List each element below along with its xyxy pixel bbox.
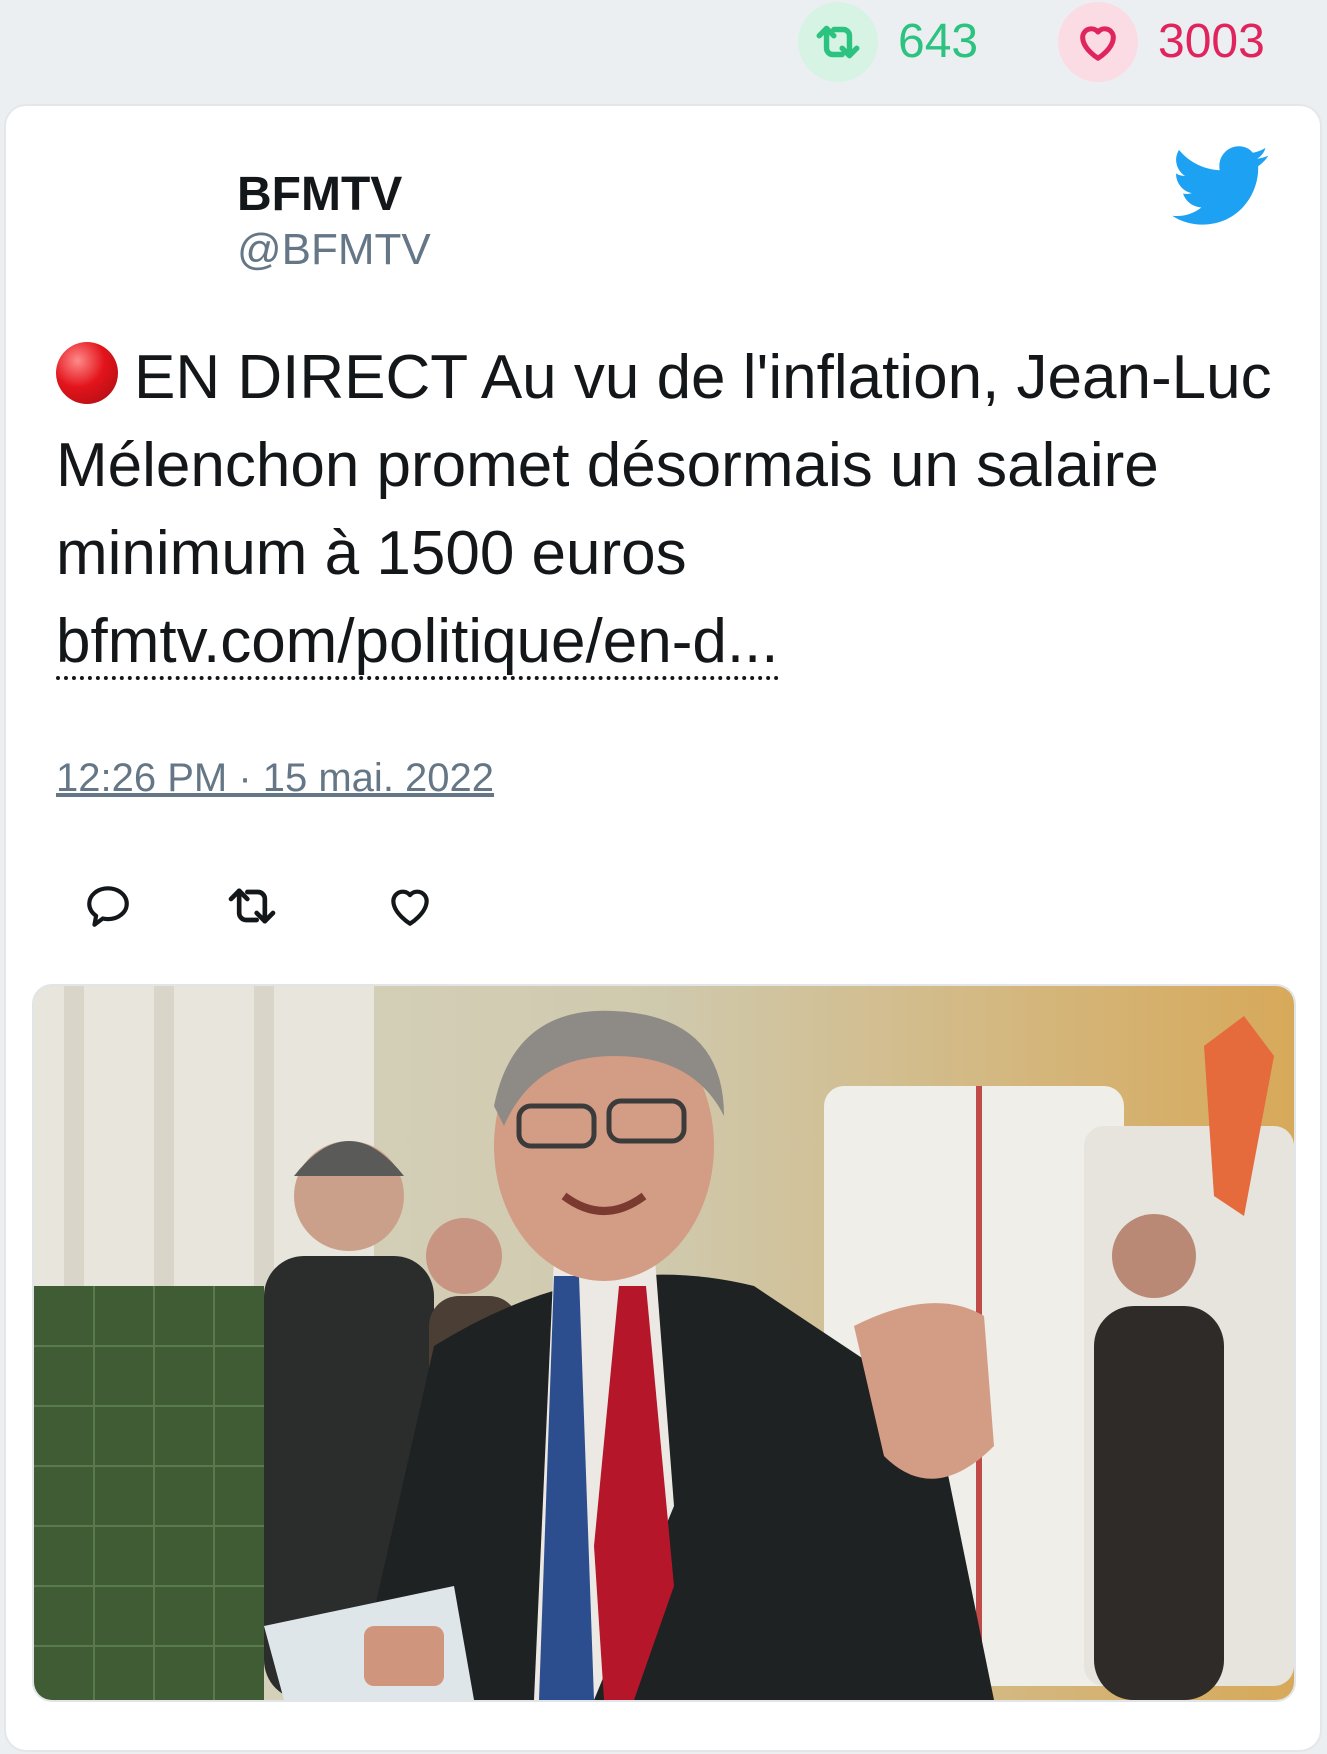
retweet-icon [228,888,276,924]
twitter-bird-icon[interactable] [1172,146,1270,226]
tweet-photo[interactable] [32,984,1296,1702]
retweet-icon [798,2,878,82]
reply-button[interactable] [78,876,138,936]
tweet-card: BFMTV @BFMTV EN DIRECT Au vu de l'inflat… [4,104,1322,1752]
photo-illustration [34,986,1294,1700]
author-handle[interactable]: @BFMTV [237,224,431,277]
retweet-stat[interactable]: 643 [798,2,979,82]
retweet-count: 643 [898,15,979,68]
tweet-text: EN DIRECT Au vu de l'inflation, Jean-Luc… [56,343,1272,588]
retweet-button[interactable] [222,876,282,936]
author-name[interactable]: BFMTV [237,166,402,224]
reply-icon [87,886,129,927]
tweet-link[interactable]: bfmtv.com/politique/en-d... [56,607,779,680]
like-count: 3003 [1158,15,1265,68]
like-button[interactable] [380,876,440,936]
engagement-stats: 643 3003 [0,0,1327,100]
tweet-body: EN DIRECT Au vu de l'inflation, Jean-Luc… [56,334,1276,686]
like-stat[interactable]: 3003 [1058,2,1265,82]
like-icon [391,889,429,926]
heart-icon [1058,2,1138,82]
tweet-timestamp[interactable]: 12:26 PM · 15 mai. 2022 [56,756,494,801]
red-circle-icon [56,342,118,404]
